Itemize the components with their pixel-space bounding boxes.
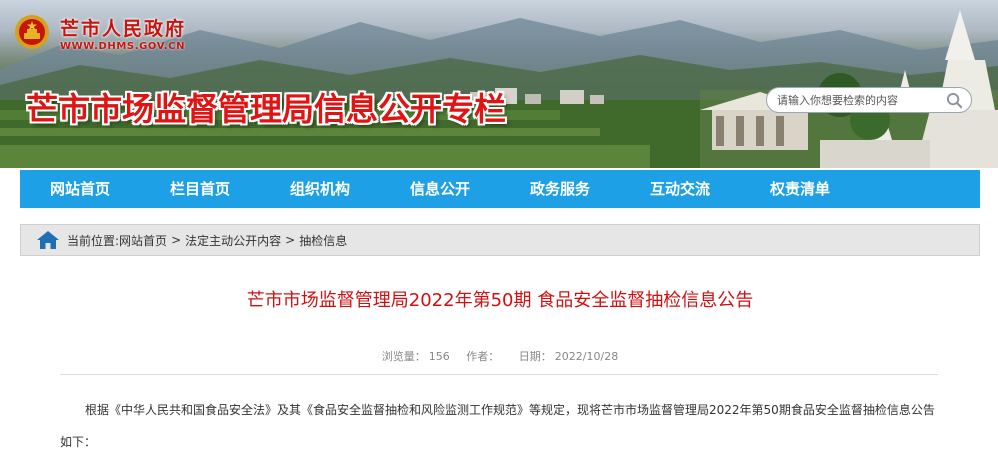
views-label: 浏览量：: [381, 350, 426, 363]
article-title: 芒市市场监督管理局2022年第50期 食品安全监督抽检信息公告: [246, 290, 754, 311]
date-value: 2022/10/28: [554, 350, 619, 363]
nav-item-column-home[interactable]: 栏目首页: [140, 170, 260, 208]
article-paragraph: 根据《中华人民共和国食品安全法》及其《食品安全监督抽检和风险监测工作规范》等规定…: [60, 403, 935, 449]
views-count: 156: [428, 350, 450, 363]
breadcrumb-prefix: 当前位置:: [67, 233, 120, 248]
article-meta: 浏览量： 156 作者： 日期： 2022/10/28: [20, 348, 980, 364]
national-emblem-icon: [15, 15, 49, 49]
site-banner: 芒市人民政府 WWW.DHMS.GOV.CN 芒市市场监督管理局信息公开专栏: [0, 0, 998, 168]
search-icon[interactable]: [946, 92, 963, 109]
nav-item-home[interactable]: 网站首页: [20, 170, 140, 208]
banner-title: 芒市市场监督管理局信息公开专栏: [26, 90, 507, 128]
breadcrumb-link-inspection[interactable]: 抽检信息: [299, 232, 347, 249]
breadcrumb-link-disclosure[interactable]: 法定主动公开内容: [185, 232, 281, 249]
breadcrumb-separator: >: [171, 233, 182, 247]
search-box[interactable]: [766, 87, 972, 113]
nav-item-interaction[interactable]: 互动交流: [620, 170, 740, 208]
breadcrumb: 当前位置: 网站首页 > 法定主动公开内容 > 抽检信息: [20, 224, 980, 256]
nav-item-government-services[interactable]: 政务服务: [500, 170, 620, 208]
home-icon: [37, 231, 59, 249]
date-label: 日期：: [518, 350, 552, 363]
nav-item-info-disclosure[interactable]: 信息公开: [380, 170, 500, 208]
breadcrumb-separator: >: [285, 233, 296, 247]
author-label: 作者：: [466, 350, 500, 363]
meta-divider: [60, 374, 938, 375]
government-url: WWW.DHMS.GOV.CN: [60, 41, 186, 52]
breadcrumb-link-home[interactable]: 网站首页: [119, 232, 167, 249]
nav-item-power-list[interactable]: 权责清单: [740, 170, 860, 208]
nav-item-organization[interactable]: 组织机构: [260, 170, 380, 208]
government-name: 芒市人民政府: [60, 18, 187, 40]
main-nav: 网站首页 栏目首页 组织机构 信息公开 政务服务 互动交流 权责清单: [20, 170, 980, 208]
search-input[interactable]: [777, 93, 945, 107]
